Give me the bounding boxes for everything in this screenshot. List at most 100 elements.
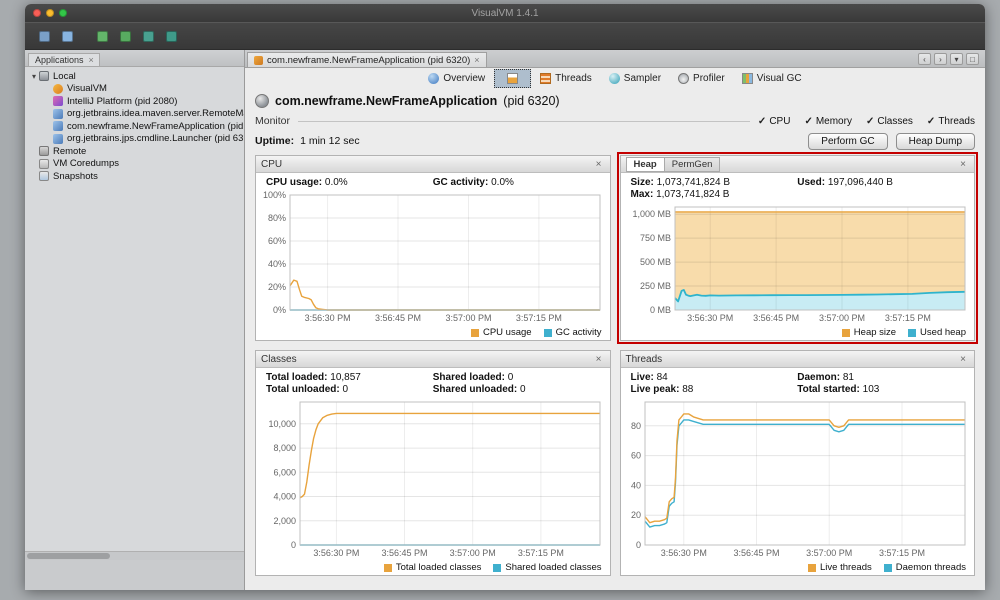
remote-icon [39,146,49,157]
section-divider [298,120,750,122]
tree-item-snapshots[interactable]: Snapshots [25,170,244,183]
scrollbar-thumb[interactable] [27,553,111,559]
svg-text:2,000: 2,000 [273,516,296,526]
svg-text:0: 0 [291,540,296,550]
stat-total-unloaded: Total unloaded: 0 [266,384,349,395]
scroll-documents-right-icon[interactable]: › [934,53,947,65]
close-panel-icon[interactable]: × [593,354,605,365]
minimize-window-button[interactable] [46,9,54,17]
svg-text:4,000: 4,000 [273,492,296,502]
classes-stats: Total loaded: 10,857 Shared loaded: 0 Tota… [256,368,610,397]
tab-permgen[interactable]: PermGen [663,156,721,172]
checkbox-memory[interactable]: ✓ Memory [804,116,852,127]
tree-item-label: IntelliJ Platform (pid 2080) [67,95,178,107]
tree-item-intellij-platform-pid-2080[interactable]: IntelliJ Platform (pid 2080) [25,95,244,108]
java-icon [53,108,63,119]
tab-profiler[interactable]: Profiler [670,70,733,87]
profiler-snapshot-button[interactable] [162,27,180,45]
tree-item-com-newframe-newframeapplication-pid-6320[interactable]: com.newframe.NewFrameApplication (pid 63… [25,120,244,133]
snapshot-icon [39,171,49,182]
tab-visual-gc[interactable]: Visual GC [734,70,810,87]
classes-panel: Classes × Total loaded: 10,857 Shared loade… [255,350,611,576]
uptime-label: Uptime: [255,135,295,147]
add-application-button[interactable] [58,27,76,45]
close-panel-icon[interactable]: × [593,159,605,170]
cpu-stats: CPU usage: 0.0% GC activity: 0.0% [256,173,610,190]
application-tab-icon [254,55,263,65]
window-titlebar[interactable]: VisualVM 1.4.1 [25,4,985,22]
tab-overview[interactable]: Overview [420,70,493,87]
visualvm-icon [53,83,63,94]
close-document-icon[interactable]: × [474,55,479,65]
close-window-button[interactable] [33,9,41,17]
add-jmx-connection-button[interactable] [93,27,111,45]
close-panel-icon[interactable]: × [957,354,969,365]
load-snapshot-icon [38,30,50,42]
heap-dump-button[interactable]: Heap Dump [895,132,975,150]
svg-text:3:57:00 PM: 3:57:00 PM [445,313,491,323]
tree-item-org-jetbrains-idea-maven-server-remotemavenserv[interactable]: org.jetbrains.idea.maven.server.RemoteMa… [25,108,244,121]
legend-cpu-usage: CPU usage [470,327,532,338]
tab-threads[interactable]: Threads [532,70,600,87]
close-panel-icon[interactable]: × [957,159,969,170]
tab-monitor[interactable] [494,69,532,88]
monitor-buttons: Perform GC Heap Dump [808,132,975,150]
content-area: com.newframe.NewFrameApplication (pid 63… [245,50,985,590]
tree-item-visualvm[interactable]: VisualVM [25,83,244,96]
stat-used: Used: 197,096,440 B [797,177,893,188]
java-icon [53,133,63,144]
tree-item-label: Local [53,70,76,82]
tab-heap[interactable]: Heap [625,156,665,172]
view-tabs: Overview Threads Sampler Profiler Visual GC [420,69,809,88]
tree-item-org-jetbrains-jps-cmdline-launcher-pid-6319[interactable]: org.jetbrains.jps.cmdline.Launcher (pid … [25,133,244,146]
legend-swatch [470,328,479,337]
page-title-pid: (pid 6320) [503,94,560,108]
add-jmx-connection-icon [96,30,108,42]
sidebar-horizontal-scrollbar[interactable] [25,551,244,560]
cpu-panel: CPU × CPU usage: 0.0% GC activity: 0.0% 0% 20… [255,155,611,341]
checkbox-label: Threads [938,115,975,127]
classes-panel-titlebar: Classes × [256,351,610,368]
screen: VisualVM 1.4.1 Applications × ▾ Local Visu… [0,0,1000,600]
load-snapshot-button[interactable] [35,27,53,45]
legend-swatch [841,328,850,337]
checkbox-label: CPU [769,115,791,127]
disclosure-triangle[interactable]: ▾ [29,72,39,81]
svg-text:3:57:15 PM: 3:57:15 PM [518,548,564,558]
legend-swatch [808,563,816,572]
close-applications-icon[interactable]: × [89,55,94,65]
svg-text:3:56:30 PM: 3:56:30 PM [313,548,359,558]
stat-size: Size: 1,073,741,824 B [630,177,731,188]
cpu-panel-titlebar: CPU × [256,156,610,173]
tree-item-label: org.jetbrains.idea.maven.server.RemoteMa… [67,108,244,120]
applications-panel: Applications × ▾ Local VisualVM IntelliJ Pl… [25,50,245,590]
stat-total-started: Total started: 103 [797,384,880,395]
scroll-documents-left-icon[interactable]: ‹ [918,53,931,65]
svg-text:3:56:30 PM: 3:56:30 PM [660,548,706,558]
checkbox-threads[interactable]: ✓ Threads [927,116,975,127]
tree-item-vm-coredumps[interactable]: VM Coredumps [25,158,244,171]
legend-used-heap: Used heap [908,327,966,338]
heap-dump-button[interactable] [139,27,157,45]
stat-shared-loaded: Shared loaded: 0 [432,372,514,383]
document-tab[interactable]: com.newframe.NewFrameApplication (pid 63… [247,52,487,67]
stat-live: Live: 84 [630,372,668,383]
show-opened-documents-icon[interactable]: ▾ [950,53,963,65]
checkbox-classes[interactable]: ✓ Classes [866,116,913,127]
threads-panel-titlebar: Threads × [620,351,974,368]
zoom-window-button[interactable] [59,9,67,17]
checkbox-cpu[interactable]: ✓ CPU [758,116,791,127]
maximize-view-icon[interactable]: □ [966,53,979,65]
tab-sampler[interactable]: Sampler [601,70,669,87]
svg-text:3:57:00 PM: 3:57:00 PM [818,313,864,323]
add-application-icon [61,30,73,42]
check-icon: ✓ [757,115,767,127]
thread-dump-button[interactable] [116,27,134,45]
tree-item-remote[interactable]: Remote [25,145,244,158]
tree-item-local[interactable]: ▾ Local [25,70,244,83]
toolbar [25,22,985,50]
perform-gc-button[interactable]: Perform GC [808,132,888,150]
stat-cpu-usage: CPU usage: 0.0% [266,177,348,188]
heap-panel: Heap PermGen × Size: 1,073,741,824 B Used: 1… [619,155,975,341]
applications-tab[interactable]: Applications × [28,53,100,66]
